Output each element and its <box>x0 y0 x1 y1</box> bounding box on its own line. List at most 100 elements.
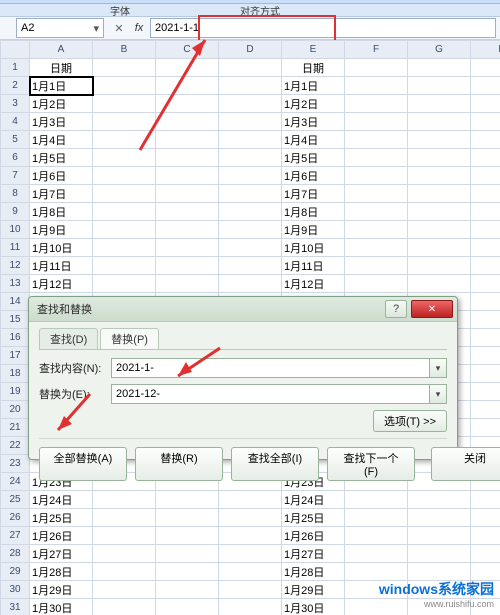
cell[interactable] <box>219 275 282 293</box>
cell[interactable]: 1月24日 <box>30 491 93 509</box>
row-header[interactable]: 21 <box>1 419 30 437</box>
cell[interactable] <box>471 545 500 563</box>
cell[interactable] <box>93 275 156 293</box>
cell[interactable] <box>219 221 282 239</box>
col-header[interactable]: H <box>471 41 500 59</box>
cell[interactable] <box>345 239 408 257</box>
cell[interactable] <box>345 131 408 149</box>
row-header[interactable]: 7 <box>1 167 30 185</box>
cell[interactable] <box>156 275 219 293</box>
cell[interactable] <box>471 257 500 275</box>
cell[interactable]: 1月24日 <box>282 491 345 509</box>
cell[interactable]: 1月1日 <box>282 77 345 95</box>
cell[interactable]: 1月26日 <box>30 527 93 545</box>
cell[interactable]: 1月12日 <box>282 275 345 293</box>
cell[interactable] <box>156 563 219 581</box>
cell[interactable] <box>219 545 282 563</box>
cell[interactable] <box>156 59 219 77</box>
cell[interactable] <box>93 77 156 95</box>
cell[interactable] <box>219 563 282 581</box>
cell[interactable]: 1月8日 <box>282 203 345 221</box>
corner-cell[interactable] <box>1 41 30 59</box>
cell[interactable] <box>93 599 156 615</box>
find-next-button[interactable]: 查找下一个(F) <box>327 447 415 481</box>
row-header[interactable]: 10 <box>1 221 30 239</box>
cell[interactable] <box>345 527 408 545</box>
cell[interactable] <box>93 113 156 131</box>
cell[interactable] <box>93 545 156 563</box>
cell[interactable] <box>93 203 156 221</box>
cell[interactable] <box>471 59 500 77</box>
row-header[interactable]: 20 <box>1 401 30 419</box>
cell[interactable]: 1月6日 <box>282 167 345 185</box>
replace-all-button[interactable]: 全部替换(A) <box>39 447 127 481</box>
cell[interactable] <box>408 275 471 293</box>
cell[interactable] <box>471 77 500 95</box>
help-icon[interactable]: ? <box>385 300 407 318</box>
dialog-titlebar[interactable]: 查找和替换 ? ✕ <box>29 297 457 322</box>
cell[interactable] <box>471 293 500 311</box>
cell[interactable]: 1月7日 <box>282 185 345 203</box>
col-header[interactable]: D <box>219 41 282 59</box>
cell[interactable] <box>219 239 282 257</box>
row-header[interactable]: 2 <box>1 77 30 95</box>
cell[interactable] <box>219 131 282 149</box>
close-button[interactable]: 关闭 <box>431 447 500 481</box>
cell[interactable] <box>93 563 156 581</box>
cell[interactable] <box>345 77 408 95</box>
cell[interactable] <box>156 113 219 131</box>
cell[interactable] <box>156 491 219 509</box>
cell[interactable] <box>408 221 471 239</box>
cell[interactable] <box>408 167 471 185</box>
cell[interactable] <box>219 59 282 77</box>
cell[interactable] <box>219 491 282 509</box>
cell[interactable] <box>93 509 156 527</box>
cell[interactable]: 日期 <box>282 59 345 77</box>
cell[interactable] <box>345 563 408 581</box>
cell[interactable] <box>156 131 219 149</box>
cell[interactable]: 1月6日 <box>30 167 93 185</box>
cell[interactable] <box>345 509 408 527</box>
cell[interactable]: 1月10日 <box>282 239 345 257</box>
cell[interactable]: 1月7日 <box>30 185 93 203</box>
cell[interactable] <box>93 131 156 149</box>
row-header[interactable]: 24 <box>1 473 30 491</box>
cell[interactable] <box>471 383 500 401</box>
row-header[interactable]: 3 <box>1 95 30 113</box>
replace-button[interactable]: 替换(R) <box>135 447 223 481</box>
row-header[interactable]: 14 <box>1 293 30 311</box>
cell[interactable]: 1月30日 <box>282 599 345 615</box>
cell[interactable] <box>219 185 282 203</box>
col-header[interactable]: A <box>30 41 93 59</box>
cell[interactable] <box>93 491 156 509</box>
replace-dropdown-icon[interactable]: ▾ <box>430 384 447 404</box>
cell[interactable] <box>408 131 471 149</box>
cell[interactable] <box>408 509 471 527</box>
cell[interactable] <box>345 257 408 275</box>
col-header[interactable]: G <box>408 41 471 59</box>
cell[interactable] <box>345 113 408 131</box>
cell[interactable]: 1月9日 <box>30 221 93 239</box>
cell[interactable] <box>93 167 156 185</box>
col-header[interactable]: C <box>156 41 219 59</box>
cell[interactable] <box>408 149 471 167</box>
col-header[interactable]: E <box>282 41 345 59</box>
cell[interactable] <box>345 275 408 293</box>
cell[interactable] <box>471 329 500 347</box>
cell[interactable] <box>156 599 219 615</box>
cell[interactable] <box>408 113 471 131</box>
cell[interactable] <box>471 167 500 185</box>
cell[interactable] <box>93 257 156 275</box>
cell[interactable] <box>345 203 408 221</box>
row-header[interactable]: 13 <box>1 275 30 293</box>
cell[interactable] <box>219 509 282 527</box>
cell[interactable] <box>93 221 156 239</box>
cell[interactable] <box>471 527 500 545</box>
cell[interactable] <box>219 203 282 221</box>
cell[interactable] <box>408 491 471 509</box>
find-all-button[interactable]: 查找全部(I) <box>231 447 319 481</box>
col-header[interactable]: B <box>93 41 156 59</box>
close-icon[interactable]: ✕ <box>411 300 453 318</box>
cell[interactable] <box>156 509 219 527</box>
cell[interactable] <box>93 239 156 257</box>
